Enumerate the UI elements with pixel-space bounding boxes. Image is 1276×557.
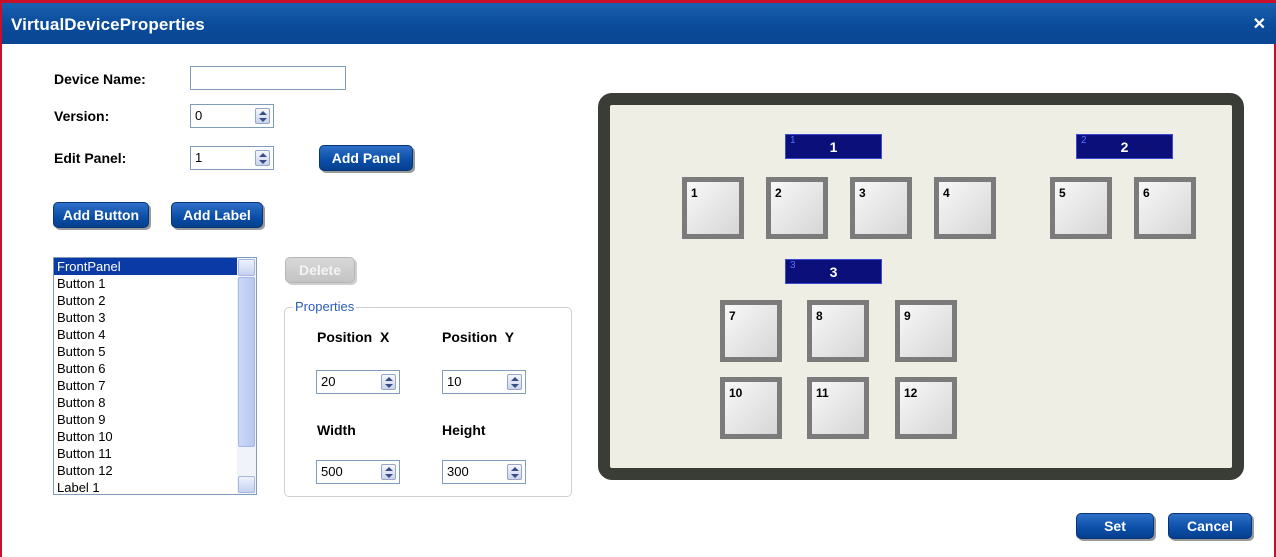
add-button-button[interactable]: Add Button: [53, 202, 149, 228]
virtual-button-label: 8: [816, 309, 823, 323]
spin-arrows-icon[interactable]: [381, 464, 396, 480]
virtual-button-label: 9: [904, 309, 911, 323]
device-name-label: Device Name:: [54, 71, 146, 87]
list-item[interactable]: Button 4: [54, 326, 256, 343]
virtual-button-label: 1: [691, 186, 698, 200]
edit-panel-value: 1: [195, 150, 203, 165]
panel-label-text: 2: [1120, 139, 1129, 155]
spin-arrows-icon[interactable]: [507, 374, 522, 390]
panel-label-text: 3: [829, 264, 838, 280]
list-item[interactable]: Button 9: [54, 411, 256, 428]
virtual-button-label: 11: [816, 386, 829, 400]
virtual-button-label: 10: [729, 386, 743, 400]
list-items: FrontPanel Button 1 Button 2 Button 3 Button…: [54, 258, 256, 494]
height-label: Height: [442, 422, 486, 438]
window-title: VirtualDeviceProperties: [11, 15, 205, 34]
version-value: 0: [195, 108, 203, 123]
position-y-spinner[interactable]: 10: [442, 370, 526, 394]
device-name-input[interactable]: [190, 66, 346, 90]
version-label: Version:: [54, 108, 110, 124]
virtual-button-11[interactable]: 11: [807, 377, 869, 439]
virtual-button-label: 12: [904, 386, 918, 400]
panel-label-1[interactable]: 1 1: [785, 134, 882, 159]
position-x-spinner[interactable]: 20: [316, 370, 400, 394]
edit-panel-spinner[interactable]: 1: [190, 146, 274, 170]
virtual-button-8[interactable]: 8: [807, 300, 869, 362]
width-spinner[interactable]: 500: [316, 460, 400, 484]
close-icon[interactable]: ✕: [1253, 14, 1266, 34]
virtual-device-properties-dialog: VirtualDeviceProperties ✕ Device Name: V…: [0, 0, 1276, 557]
virtual-button-5[interactable]: 5: [1050, 177, 1112, 239]
virtual-button-label: 2: [775, 186, 782, 200]
virtual-button-label: 3: [859, 186, 866, 200]
width-value: 500: [321, 464, 343, 479]
width-label: Width: [317, 422, 356, 438]
spin-arrows-icon[interactable]: [255, 108, 270, 124]
list-item[interactable]: FrontPanel: [54, 258, 256, 275]
virtual-button-3[interactable]: 3: [850, 177, 912, 239]
title-bar[interactable]: VirtualDeviceProperties ✕: [2, 0, 1276, 44]
cancel-button[interactable]: Cancel: [1168, 513, 1252, 539]
panel-label-2[interactable]: 2 2: [1076, 134, 1173, 159]
list-item[interactable]: Button 2: [54, 292, 256, 309]
list-item[interactable]: Button 8: [54, 394, 256, 411]
scroll-up-icon[interactable]: [238, 259, 255, 276]
virtual-button-4[interactable]: 4: [934, 177, 996, 239]
virtual-button-label: 6: [1143, 186, 1150, 200]
delete-button[interactable]: Delete: [285, 257, 355, 283]
add-panel-button[interactable]: Add Panel: [319, 145, 413, 171]
list-item[interactable]: Button 12: [54, 462, 256, 479]
list-item[interactable]: Button 3: [54, 309, 256, 326]
scroll-down-icon[interactable]: [238, 476, 255, 493]
virtual-button-label: 7: [729, 309, 736, 323]
properties-group: Properties Position X Position Y 20 10 W…: [284, 299, 572, 497]
list-item[interactable]: Button 11: [54, 445, 256, 462]
panel-label-3[interactable]: 3 3: [785, 259, 882, 284]
virtual-button-10[interactable]: 10: [720, 377, 782, 439]
list-item[interactable]: Button 1: [54, 275, 256, 292]
position-y-value: 10: [447, 374, 462, 389]
list-item[interactable]: Label 1: [54, 479, 256, 494]
list-item[interactable]: Button 5: [54, 343, 256, 360]
virtual-button-12[interactable]: 12: [895, 377, 957, 439]
virtual-button-2[interactable]: 2: [766, 177, 828, 239]
version-spinner[interactable]: 0: [190, 104, 274, 128]
list-item[interactable]: Button 7: [54, 377, 256, 394]
virtual-button-label: 4: [943, 186, 950, 200]
panel-label-text: 1: [829, 139, 838, 155]
scroll-thumb[interactable]: [238, 277, 255, 447]
element-listbox[interactable]: FrontPanel Button 1 Button 2 Button 3 Button…: [53, 257, 257, 495]
height-spinner[interactable]: 300: [442, 460, 526, 484]
list-item[interactable]: Button 10: [54, 428, 256, 445]
add-label-button[interactable]: Add Label: [171, 202, 263, 228]
set-button[interactable]: Set: [1076, 513, 1154, 539]
spin-arrows-icon[interactable]: [507, 464, 522, 480]
list-scrollbar[interactable]: [237, 258, 256, 494]
virtual-button-label: 5: [1059, 186, 1066, 200]
position-x-value: 20: [321, 374, 336, 389]
panel-preview: 1 1 2 2 3 3 1 2 3 4 5 6 7 8 9 10 11 12: [598, 93, 1244, 480]
height-value: 300: [447, 464, 469, 479]
position-y-label: Position Y: [442, 329, 515, 345]
spin-arrows-icon[interactable]: [381, 374, 396, 390]
virtual-button-7[interactable]: 7: [720, 300, 782, 362]
virtual-button-1[interactable]: 1: [682, 177, 744, 239]
virtual-button-6[interactable]: 6: [1134, 177, 1196, 239]
properties-legend: Properties: [293, 299, 357, 314]
position-x-label: Position X: [317, 329, 390, 345]
virtual-button-9[interactable]: 9: [895, 300, 957, 362]
spin-arrows-icon[interactable]: [255, 150, 270, 166]
list-item[interactable]: Button 6: [54, 360, 256, 377]
edit-panel-label: Edit Panel:: [54, 150, 127, 166]
